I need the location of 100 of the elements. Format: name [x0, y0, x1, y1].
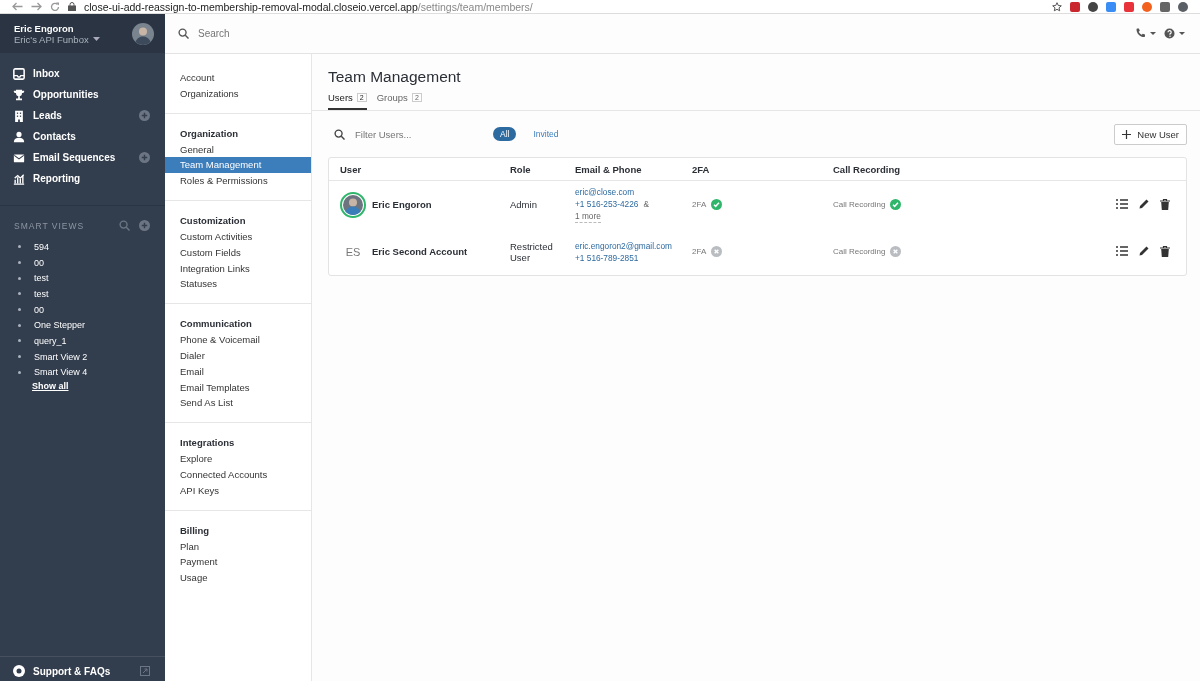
settings-nav-item[interactable]: Custom Fields [165, 244, 311, 261]
lifebuoy-icon [13, 665, 25, 677]
new-user-button[interactable]: New User [1114, 123, 1187, 145]
star-icon[interactable] [1052, 1, 1062, 12]
search-icon [178, 28, 189, 39]
settings-nav-item[interactable]: Usage [165, 570, 311, 586]
settings-nav-item[interactable]: Payment [165, 554, 311, 571]
nav-item[interactable]: Reporting [0, 168, 165, 189]
page-title: Team Management [327, 67, 462, 86]
building-icon [13, 109, 25, 122]
settings-nav-item[interactable]: Email Templates [165, 379, 311, 396]
smart-view-item[interactable]: One Stepper [34, 320, 86, 331]
account-name[interactable]: Eric Engoron [14, 22, 132, 34]
user-role: Restricted User [510, 240, 553, 263]
more-link[interactable]: 1 more [575, 210, 601, 223]
lock-icon [68, 2, 76, 11]
smart-view-item[interactable]: Smart View 4 [34, 367, 88, 378]
user-avatar[interactable] [132, 22, 154, 45]
back-icon[interactable] [12, 2, 23, 11]
list-icon[interactable] [1116, 199, 1128, 209]
edit-icon[interactable] [1139, 246, 1149, 256]
user-name: Eric Engoron [372, 199, 432, 210]
settings-nav-item[interactable]: General [165, 141, 311, 158]
plus-icon [1122, 129, 1132, 139]
phone-menu-icon[interactable] [1135, 28, 1157, 39]
nav-item[interactable]: Leads [0, 105, 165, 126]
settings-nav-item[interactable]: Organizations [165, 85, 311, 102]
extension-icon[interactable] [1088, 1, 1098, 12]
nav-item[interactable]: Contacts [0, 126, 165, 147]
extension-icon[interactable] [1124, 1, 1134, 12]
inbox-icon [13, 67, 25, 80]
settings-nav-item[interactable]: Roles & Permissions [165, 173, 311, 189]
settings-nav-item[interactable]: Phone & Voicemail [165, 332, 311, 348]
smart-view-item[interactable]: query_1 [34, 335, 67, 346]
filter-field[interactable]: Filter Users... [353, 127, 485, 141]
phone-link[interactable]: +1 516-253-4226 [575, 198, 639, 210]
settings-nav-item[interactable]: Email [165, 363, 311, 380]
reload-icon[interactable] [50, 1, 60, 12]
user-initials: ES [344, 245, 362, 258]
section-heading: Organization [179, 127, 240, 139]
nav-item[interactable]: Opportunities [0, 84, 165, 105]
help-menu-icon[interactable] [1164, 28, 1186, 39]
settings-nav-item[interactable]: Team Management [165, 157, 311, 174]
settings-nav-item[interactable]: Dialer [165, 347, 311, 364]
user-name: Eric Second Account [372, 246, 468, 257]
settings-nav-item[interactable]: Send As List [165, 395, 311, 412]
section-heading: SMART VIEWS [14, 220, 86, 231]
settings-nav-item[interactable]: API Keys [165, 482, 311, 499]
email-link[interactable]: eric@close.com [575, 186, 635, 198]
address-bar[interactable]: close-ui-add-reassign-to-membership-removal-modal.closeio.vercel.app/settings/team/members/ [84, 0, 533, 13]
status-label: 2FA [692, 200, 707, 209]
list-icon[interactable] [1116, 246, 1128, 256]
chart-icon [13, 172, 25, 185]
column-header: Email & Phone [574, 163, 643, 175]
trophy-icon [13, 88, 25, 101]
search-field[interactable]: Search [196, 27, 400, 40]
email-link[interactable]: eric.engoron2@gmail.com [575, 239, 672, 252]
smart-view-item[interactable]: Smart View 2 [34, 351, 88, 362]
filter-toggle[interactable]: Invited [526, 127, 566, 141]
column-header: 2FA [691, 163, 711, 175]
trash-icon[interactable] [1160, 246, 1170, 257]
extension-icon[interactable] [1070, 1, 1080, 12]
status-label: Call Recording [833, 247, 886, 256]
user-avatar [340, 191, 366, 218]
smart-view-item[interactable]: 00 [34, 257, 44, 268]
section-heading: Customization [179, 215, 247, 226]
nav-item[interactable]: Inbox [0, 63, 165, 84]
column-header: User [339, 163, 363, 175]
smart-view-item[interactable]: 594 [34, 241, 50, 252]
trash-icon[interactable] [1160, 199, 1170, 210]
support-link[interactable]: Support & FAQs [33, 665, 132, 677]
column-header: Role [509, 163, 532, 175]
organization-switcher[interactable]: Eric's API Funbox [14, 33, 132, 45]
settings-nav-item[interactable]: Explore [165, 451, 311, 467]
section-heading: Billing [179, 524, 211, 536]
smart-view-item[interactable]: test [34, 288, 49, 299]
caret-icon [92, 37, 100, 41]
user-role: Admin [510, 199, 537, 210]
settings-nav-item[interactable]: Connected Accounts [165, 466, 311, 483]
status-label: 2FA [692, 247, 707, 256]
filter-toggle[interactable]: All [493, 127, 517, 141]
connector-text: & [643, 198, 649, 210]
smart-view-item[interactable]: 00 [34, 304, 44, 315]
show-all-link[interactable]: Show all [32, 381, 69, 392]
column-header: Call Recording [832, 163, 902, 175]
phone-link[interactable]: +1 516-789-2851 [575, 251, 639, 264]
profile-avatar[interactable] [1178, 1, 1188, 12]
settings-nav-item[interactable]: Custom Activities [165, 229, 311, 245]
search-icon [334, 128, 345, 140]
settings-nav-item[interactable]: Integration Links [165, 260, 311, 277]
section-heading: Integrations [179, 437, 236, 449]
nav-item[interactable]: Email Sequences [0, 147, 165, 168]
smart-view-item[interactable]: test [34, 273, 49, 284]
status-label: Call Recording [833, 200, 886, 209]
settings-nav-item[interactable]: Statuses [165, 276, 311, 293]
settings-nav-item[interactable]: Plan [165, 538, 311, 555]
forward-icon[interactable] [31, 2, 42, 11]
settings-nav-item[interactable]: Account [165, 70, 311, 86]
person-icon [13, 130, 25, 143]
edit-icon[interactable] [1139, 199, 1149, 209]
